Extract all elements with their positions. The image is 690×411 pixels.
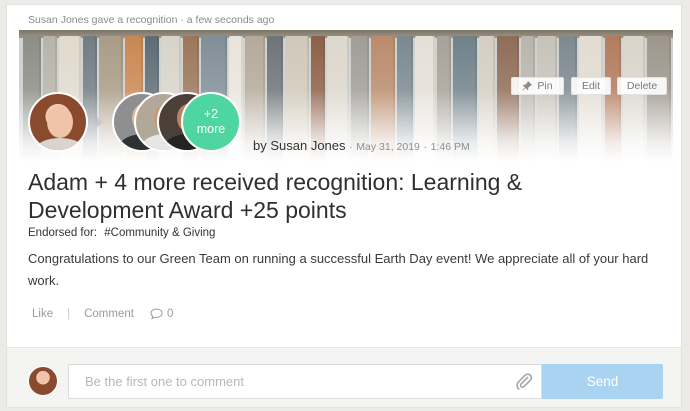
like-button[interactable]: Like (32, 308, 53, 320)
endorsed-label: Endorsed for: (28, 227, 98, 239)
action-separator: | (67, 308, 71, 320)
pin-icon (522, 81, 533, 91)
time-ago: a few seconds ago (186, 14, 275, 26)
comment-count-value: 0 (166, 308, 174, 320)
avatar-face (47, 106, 73, 138)
comment-count[interactable]: 0 (150, 308, 173, 320)
comment-button[interactable]: Comment (84, 308, 134, 320)
post-actions: Like | Comment 0 (32, 308, 173, 320)
endorsed-tag[interactable]: #Community & Giving (104, 227, 215, 239)
pin-label: Pin (537, 80, 553, 92)
current-user-avatar (28, 366, 58, 396)
activity-action: gave a recognition (91, 14, 178, 26)
more-recipients-badge[interactable]: +2 more (181, 92, 241, 152)
meta-separator: · (180, 14, 184, 26)
speech-bubble-icon (150, 308, 163, 320)
edit-button[interactable]: Edit (571, 77, 611, 95)
more-label: more (196, 122, 226, 136)
avatar-shoulders (36, 138, 84, 150)
recognition-card: Susan Jones gave a recognition · a few s… (6, 4, 682, 408)
delete-button[interactable]: Delete (617, 77, 667, 95)
byline-separator: · (349, 141, 353, 153)
delete-label: Delete (626, 80, 658, 92)
byline-separator: · (423, 141, 428, 153)
activity-meta: Susan Jones gave a recognition · a few s… (28, 14, 274, 26)
edit-label: Edit (581, 80, 601, 92)
more-count: +2 (203, 107, 219, 121)
giver-avatar[interactable] (28, 92, 88, 152)
byline-time: 1:46 PM (430, 141, 470, 153)
byline-date: May 31, 2019 (356, 141, 420, 153)
recognition-message: Congratulations to our Green Team on run… (28, 251, 649, 288)
pin-button[interactable]: Pin (511, 77, 564, 95)
byline-author[interactable]: by Susan Jones (253, 138, 346, 153)
paperclip-icon[interactable] (515, 372, 533, 390)
send-button[interactable]: Send (542, 364, 663, 399)
endorsement: Endorsed for: #Community & Giving (28, 227, 215, 239)
arrow-right-icon (97, 117, 103, 127)
byline: by Susan Jones · May 31, 2019 · 1:46 PM (253, 138, 470, 153)
comment-footer: Send (7, 347, 681, 407)
giver-name[interactable]: Susan Jones (28, 14, 89, 26)
recognition-headline: Adam + 4 more received recognition: Lear… (28, 169, 523, 223)
comment-input[interactable] (68, 364, 542, 399)
